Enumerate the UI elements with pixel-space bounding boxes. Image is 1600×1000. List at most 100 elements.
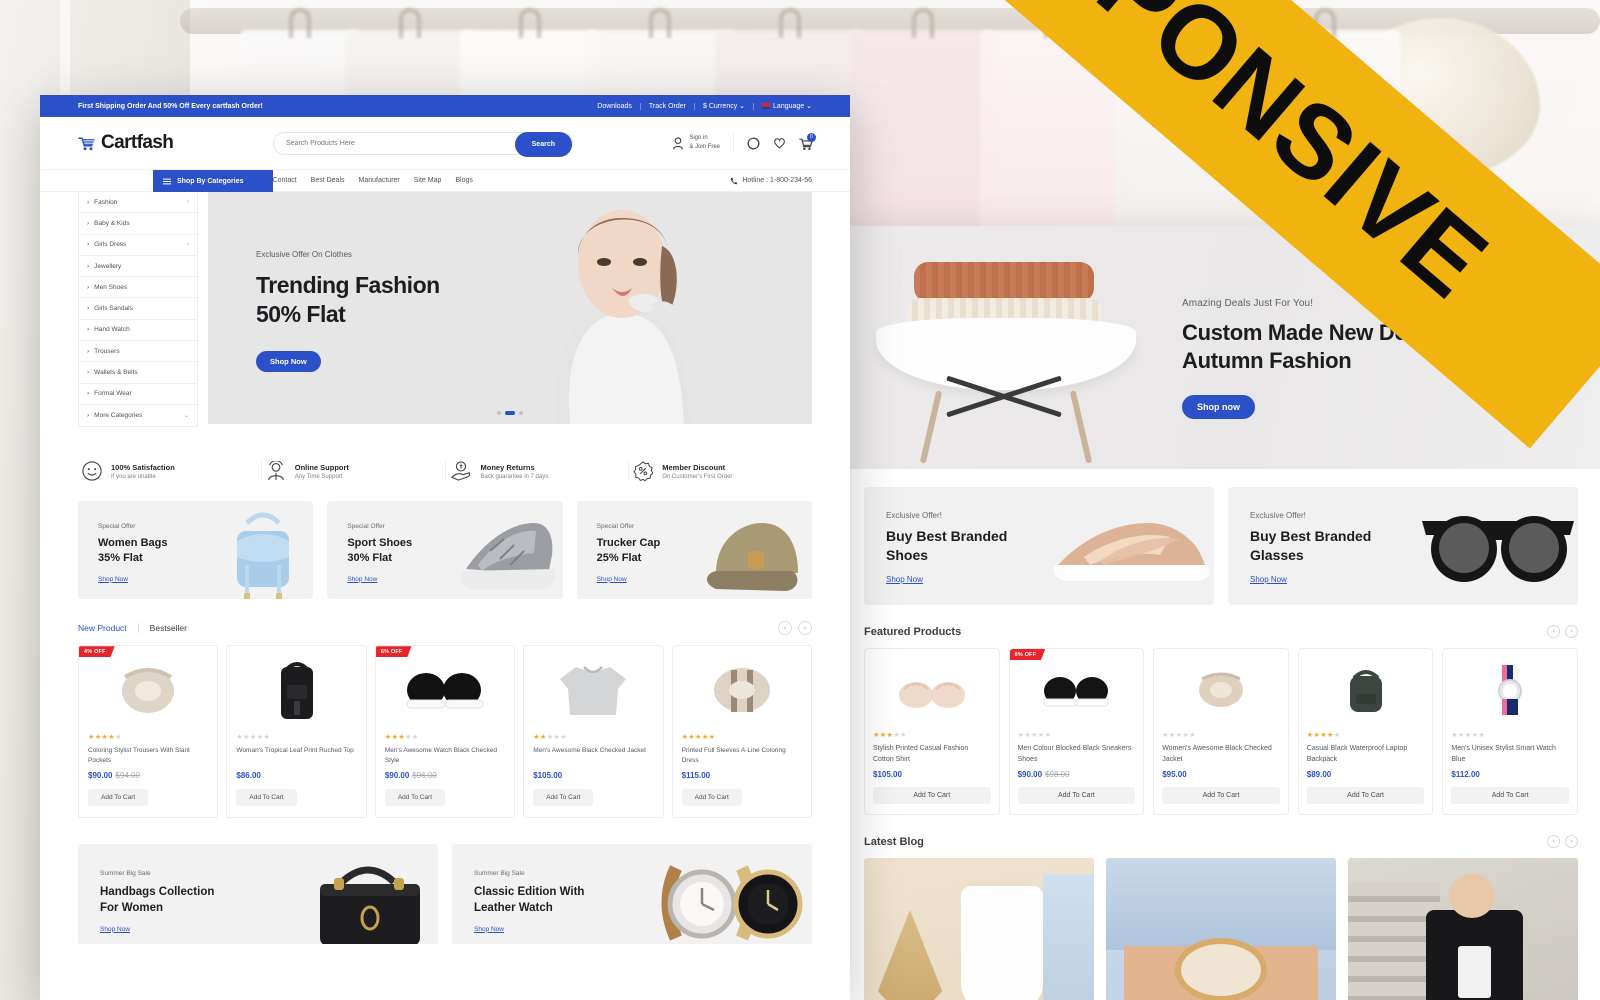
- add-to-cart-button[interactable]: Add To Cart: [1306, 787, 1425, 804]
- blog-card[interactable]: [1106, 858, 1336, 1000]
- chevron-down-icon: ⌄: [183, 413, 189, 420]
- heart-icon[interactable]: [773, 137, 786, 149]
- sidebar-item-jewellery[interactable]: › Jewellery: [79, 256, 197, 278]
- sidebar-item-formal-wear[interactable]: › Formal Wear: [79, 384, 197, 405]
- sidebar-item-label: Jewellery: [94, 262, 122, 270]
- sidebar-item-fashion[interactable]: › Fashion ›: [79, 192, 197, 214]
- slider-dot-active[interactable]: [505, 411, 515, 415]
- add-to-cart-button[interactable]: Add To Cart: [873, 787, 991, 804]
- prev-arrow-icon[interactable]: ‹: [1547, 835, 1560, 848]
- next-arrow-icon[interactable]: ›: [1565, 835, 1578, 848]
- topbar-language-selector[interactable]: Language ⌄: [754, 103, 812, 110]
- s2-offer-shop-link[interactable]: Shop Now: [886, 575, 923, 584]
- product-card[interactable]: ★★★★★ Women's Awesome Black Checked Jack…: [1153, 648, 1289, 815]
- promo-shop-link[interactable]: Shop Now: [347, 576, 377, 583]
- sidebar-item-girls-dress[interactable]: › Girls Dress ›: [79, 235, 197, 256]
- sidebar-item-more-categories[interactable]: › More Categories ⌄: [79, 405, 197, 426]
- s2-offer-card-glasses[interactable]: Exclusive Offer! Buy Best Branded Glasse…: [1228, 487, 1578, 605]
- banner-handbags[interactable]: Summer Big Sale Handbags Collection For …: [78, 844, 438, 945]
- cart-icon-wrapper[interactable]: 0: [799, 132, 816, 150]
- next-arrow-icon[interactable]: ›: [798, 621, 812, 636]
- add-to-cart-button[interactable]: Add To Cart: [1451, 787, 1569, 804]
- product-card[interactable]: ★★★★★ Men's Unisex Stylist Smart Watch B…: [1442, 648, 1578, 815]
- search-input[interactable]: [286, 139, 466, 147]
- sidebar-item-wallets-belts[interactable]: › Wallets & Belts: [79, 362, 197, 384]
- money-return-hand-icon: [450, 461, 470, 481]
- s2-hero-banner[interactable]: Amazing Deals Just For You! Custom Made …: [836, 226, 1600, 469]
- promo-shop-link[interactable]: Shop Now: [98, 576, 128, 583]
- sidebar-item-label: More Categories: [94, 412, 143, 420]
- banner-shop-link[interactable]: Shop Now: [474, 926, 504, 933]
- product-name: Stylish Printed Casual Fashion Cotton Sh…: [873, 745, 969, 763]
- sidebar-item-label: Girls Sandals: [94, 305, 133, 313]
- tab-new-product[interactable]: New Product: [78, 623, 139, 634]
- striped-strap-watch-image: [1451, 657, 1569, 723]
- add-to-cart-button[interactable]: Add To Cart: [681, 789, 742, 807]
- next-arrow-icon[interactable]: ›: [1565, 625, 1578, 638]
- announcement-bar: First Shipping Order And 50% Off Every c…: [40, 95, 850, 117]
- signin-block[interactable]: Sign in & Join Free: [672, 134, 734, 152]
- add-to-cart-button[interactable]: Add To Cart: [1017, 787, 1136, 804]
- search-button[interactable]: Search: [514, 131, 572, 157]
- product-card[interactable]: 8% OFF ★★★★★ Men Colour Blocked Black Sn…: [1008, 648, 1145, 815]
- nav-link-best-deals[interactable]: Best Deals: [311, 177, 345, 184]
- hamburger-icon: [163, 178, 171, 184]
- hotline[interactable]: Hotline : 1-800-234-56: [730, 177, 812, 185]
- slider-dot[interactable]: [519, 411, 523, 415]
- rating-stars: ★★★★★: [1162, 732, 1197, 739]
- search-box[interactable]: Search: [273, 131, 573, 157]
- topbar-link-downloads[interactable]: Downloads: [589, 102, 641, 110]
- product-carousel-arrows: ‹ ›: [778, 621, 812, 636]
- topbar-currency-selector[interactable]: $ Currency ⌄: [695, 102, 755, 110]
- add-to-cart-button[interactable]: Add To Cart: [236, 789, 297, 807]
- gold-watches-icon: [661, 865, 803, 942]
- add-to-cart-button[interactable]: Add To Cart: [384, 789, 446, 807]
- banner-watch[interactable]: Summer Big Sale Classic Edition With Lea…: [452, 844, 812, 945]
- product-card[interactable]: ★★★★★ Stylish Printed Casual Fashion Cot…: [864, 648, 1000, 815]
- prev-arrow-icon[interactable]: ‹: [1547, 625, 1560, 638]
- sidebar-item-trousers[interactable]: › Trousers: [79, 341, 197, 363]
- promo-card-sport-shoes[interactable]: Special Offer Sport Shoes 30% Flat Shop …: [327, 501, 563, 600]
- promo-card-trucker-cap[interactable]: Special Offer Trucker Cap 25% Flat Shop …: [576, 501, 812, 600]
- nav-link-contact[interactable]: Contact: [273, 177, 297, 184]
- chair-leg-2: [1069, 390, 1093, 464]
- promo-card-women-bags[interactable]: Special Offer Women Bags 35% Flat Shop N…: [78, 501, 314, 600]
- product-card[interactable]: ★★★★★ Casual Black Waterproof Laptop Bac…: [1297, 648, 1434, 815]
- price-row: $105.00: [873, 770, 991, 779]
- blog-card[interactable]: [864, 858, 1094, 1000]
- add-to-cart-button[interactable]: Add To Cart: [533, 789, 594, 807]
- hero-slider[interactable]: Exclusive Offer On Clothes Trending Fash…: [208, 192, 812, 424]
- banner-shop-link[interactable]: Shop Now: [100, 926, 130, 933]
- product-card[interactable]: ★★★★★ Men's Awesome Black Checked Jacket…: [523, 645, 664, 819]
- compare-icon[interactable]: [747, 137, 760, 150]
- site-logo[interactable]: Cartfash: [78, 132, 273, 154]
- sidebar-item-girls-sandals[interactable]: › Girls Sandals: [79, 298, 197, 320]
- product-card[interactable]: 4% OFF ★★★★★ Coloring Stylist Trousers W…: [78, 645, 219, 819]
- add-to-cart-button[interactable]: Add To Cart: [88, 789, 149, 807]
- sidebar-item-hand-watch[interactable]: › Hand Watch: [79, 320, 197, 342]
- s2-offer-shop-link[interactable]: Shop Now: [1250, 575, 1287, 584]
- tab-bestseller[interactable]: Bestseller: [150, 623, 198, 633]
- nav-link-site-map[interactable]: Site Map: [414, 177, 442, 184]
- product-card[interactable]: ★★★★★ Woman's Tropical Leaf Print Ruched…: [226, 645, 367, 819]
- product-card[interactable]: 6% OFF ★★★★★ Men's Awesome Watch Black C…: [374, 645, 516, 819]
- nav-link-blogs[interactable]: Blogs: [455, 177, 473, 184]
- prev-arrow-icon[interactable]: ‹: [778, 621, 792, 636]
- s2-blog-cards: [864, 858, 1578, 1000]
- main-navigation: Shop By Categories Home Affiliate Contac…: [40, 170, 850, 192]
- slider-dot[interactable]: [497, 411, 501, 415]
- nav-link-manufacturer[interactable]: Manufacturer: [359, 177, 400, 184]
- add-to-cart-button[interactable]: Add To Cart: [1162, 787, 1280, 804]
- s2-hero-shop-button[interactable]: Shop now: [1182, 395, 1255, 420]
- topbar-link-track-order[interactable]: Track Order: [641, 102, 695, 110]
- header-actions: Sign in & Join Free 0: [672, 132, 816, 152]
- promo-shop-link[interactable]: Shop Now: [597, 576, 627, 583]
- shop-by-categories-button[interactable]: Shop By Categories: [153, 170, 273, 192]
- sidebar-item-men-shoes[interactable]: › Men Shoes: [79, 277, 197, 299]
- hero-shop-now-button[interactable]: Shop Now: [256, 350, 321, 372]
- sidebar-item-baby-kids[interactable]: › Baby & Kids: [79, 213, 197, 235]
- blog-card[interactable]: [1348, 858, 1578, 1000]
- product-card[interactable]: ★★★★★ Printed Full Sleeves A-Line Colori…: [671, 645, 813, 819]
- product-old-price: $96.00: [412, 771, 437, 781]
- s2-offer-card-shoes[interactable]: Exclusive Offer! Buy Best Branded Shoes …: [864, 487, 1214, 605]
